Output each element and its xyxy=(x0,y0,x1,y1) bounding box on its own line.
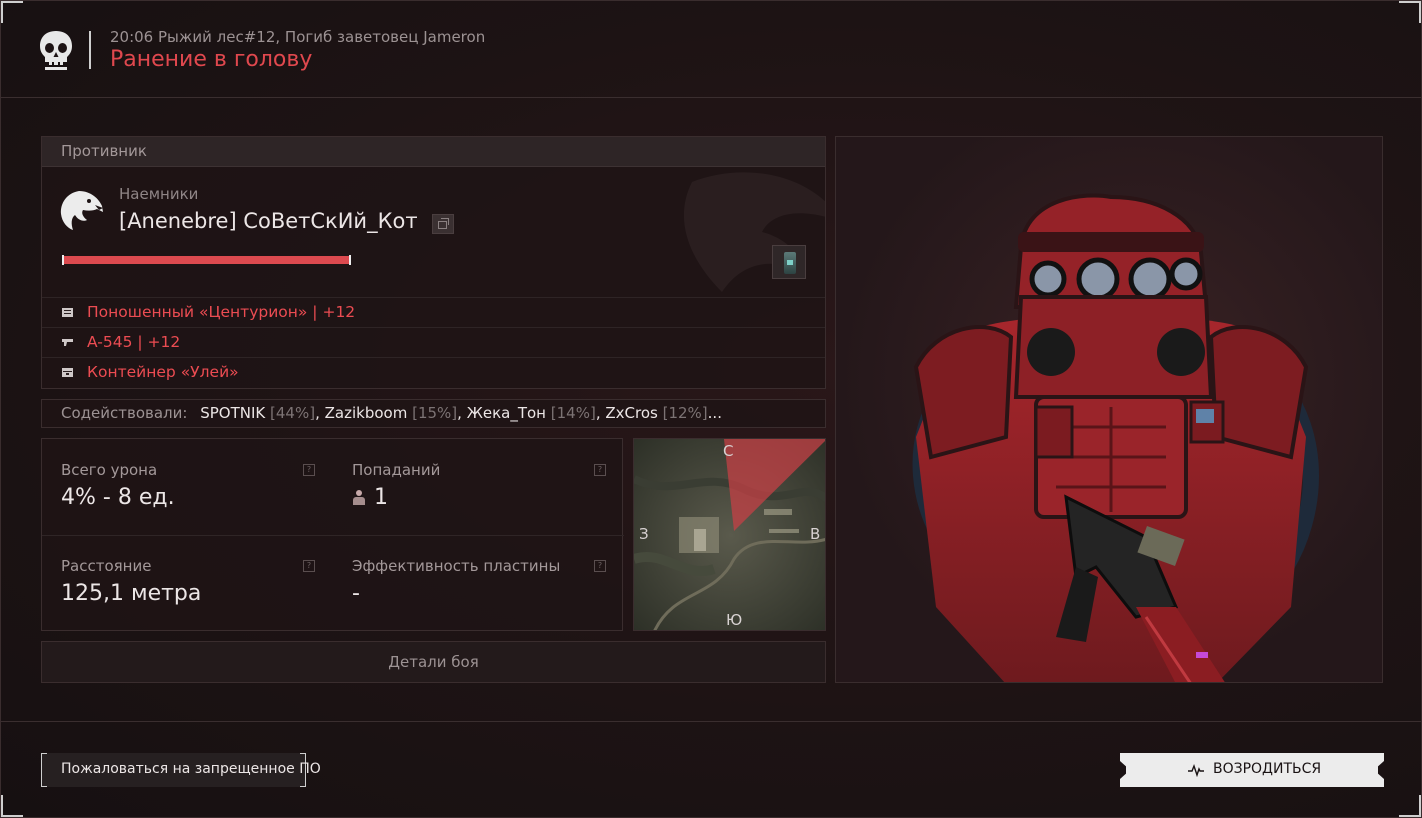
battle-details-button[interactable]: Детали боя xyxy=(41,641,826,683)
stat-total-damage: Всего урона 4% - 8 ед. ? xyxy=(42,439,333,535)
equipment-weapon-label: A-545 | +12 xyxy=(87,333,181,351)
button-notch xyxy=(1378,761,1384,779)
header-separator xyxy=(89,31,91,69)
copy-name-button[interactable] xyxy=(432,214,454,234)
death-info-subtitle: 20:06 Рыжий лес#12, Погиб заветовец Jame… xyxy=(110,28,486,46)
stat-distance: Расстояние 125,1 метра ? xyxy=(42,535,333,631)
compass-east: В xyxy=(810,525,821,543)
enemy-portrait xyxy=(835,136,1383,683)
assists-label: Содействовали: xyxy=(61,404,188,422)
person-icon xyxy=(352,490,366,505)
stat-hits: Попаданий 1 ? xyxy=(333,439,624,535)
respawn-label: ВОЗРОДИТЬСЯ xyxy=(1213,761,1322,777)
death-cause-title: Ранение в голову xyxy=(110,47,313,72)
compass-south: Ю xyxy=(726,611,743,629)
compass-west: З xyxy=(639,525,649,543)
mercenaries-faction-icon xyxy=(60,191,103,230)
help-icon[interactable]: ? xyxy=(594,464,606,476)
equipment-row-armor: Поношенный «Центурион» | +12 xyxy=(42,297,825,327)
stat-value: - xyxy=(352,581,360,606)
enemy-faction: Наемники xyxy=(119,185,199,203)
artifact-item-icon xyxy=(784,252,796,274)
header: 20:06 Рыжий лес#12, Погиб заветовец Jame… xyxy=(1,1,1422,98)
stat-value: 1 xyxy=(374,485,388,510)
kill-minimap[interactable]: С Ю З В xyxy=(633,438,826,631)
assist-player: Zazikboom [15%], xyxy=(324,404,467,422)
stat-value: 4% - 8 ед. xyxy=(61,485,175,510)
combat-stats-panel: Всего урона 4% - 8 ед. ? Попаданий 1 ? Р… xyxy=(41,438,624,631)
stat-label: Попаданий xyxy=(352,461,441,479)
rifle-icon xyxy=(62,339,73,346)
footer-divider xyxy=(1,721,1422,722)
equipment-container-label: Контейнер «Улей» xyxy=(87,363,239,381)
report-cheater-button[interactable]: Пожаловаться на запрещенное ПО xyxy=(41,753,321,787)
assist-player: Жека_Тон [14%], xyxy=(466,404,606,422)
assist-player: ZxCros [12%]... xyxy=(605,404,722,422)
stat-value: 125,1 метра xyxy=(61,581,202,606)
enemy-player-name: [Anenebre] СоВетСкИй_Кот xyxy=(119,209,418,233)
button-bracket xyxy=(41,753,47,787)
skull-icon xyxy=(40,31,72,70)
respawn-button[interactable]: ВОЗРОДИТЬСЯ xyxy=(1120,753,1384,787)
help-icon[interactable]: ? xyxy=(303,464,315,476)
stat-label: Всего урона xyxy=(61,461,158,479)
minimap-terrain xyxy=(634,439,825,630)
equipment-armor-label: Поношенный «Центурион» | +12 xyxy=(87,303,356,321)
frame-corner xyxy=(1399,795,1421,817)
help-icon[interactable]: ? xyxy=(594,560,606,572)
assists-row: Содействовали: SPOTNIK [44%], Zazikboom … xyxy=(41,399,826,428)
death-screen: 20:06 Рыжий лес#12, Погиб заветовец Jame… xyxy=(0,0,1422,818)
stat-value-wrap: 1 xyxy=(352,485,388,510)
report-cheater-label: Пожаловаться на запрещенное ПО xyxy=(61,761,321,777)
stat-label: Эффективность пластины xyxy=(352,557,561,575)
enemy-health-bar xyxy=(62,255,351,265)
help-icon[interactable]: ? xyxy=(303,560,315,572)
stat-plate-efficiency: Эффективность пластины - ? xyxy=(333,535,624,631)
equipment-row-container: Контейнер «Улей» xyxy=(42,357,825,387)
heartbeat-icon xyxy=(1188,763,1204,777)
artifact-slot[interactable] xyxy=(772,245,806,279)
frame-corner xyxy=(1,795,23,817)
assist-player: SPOTNIK [44%], xyxy=(200,404,325,422)
enemy-health-fill xyxy=(64,256,349,264)
container-icon xyxy=(62,368,73,377)
stat-label: Расстояние xyxy=(61,557,152,575)
compass-north: С xyxy=(723,442,734,460)
enemy-character-image xyxy=(912,193,1319,682)
button-notch xyxy=(1120,761,1126,779)
faction-watermark-icon xyxy=(684,172,825,292)
armor-icon xyxy=(62,308,73,317)
enemy-panel: Противник Наемники [Anenebre] СоВетСкИй_… xyxy=(41,136,826,389)
equipment-row-weapon: A-545 | +12 xyxy=(42,327,825,357)
